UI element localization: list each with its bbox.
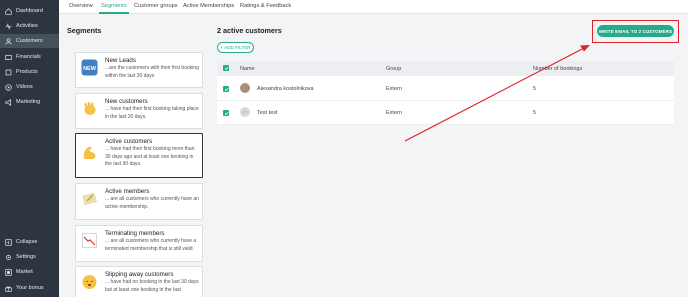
- svg-text:NEW: NEW: [83, 66, 97, 72]
- segment-description: ... are all customers who currently have…: [105, 238, 197, 252]
- segment-name: Active customers: [105, 138, 153, 145]
- select-all-checkbox[interactable]: [223, 65, 229, 71]
- tab-active-memberships[interactable]: Active Memberships: [183, 3, 234, 9]
- sidebar-item-products[interactable]: Products: [0, 65, 59, 79]
- sidebar-item-customers[interactable]: Customers: [0, 34, 59, 48]
- sidebar-item-marketing[interactable]: Marketing: [0, 95, 59, 109]
- collapse-icon: [5, 238, 12, 246]
- sidebar-item-dashboard[interactable]: Dashboard: [0, 4, 59, 18]
- segment-description: ... have had their first booking more th…: [105, 146, 195, 168]
- bonus-icon: [5, 285, 12, 292]
- segment-description: ... are all customers who currently have…: [105, 196, 199, 210]
- segment-name: Terminating members: [105, 230, 165, 237]
- avatar: TT: [240, 107, 250, 117]
- sidebar-item-label: Your bonus: [16, 285, 44, 291]
- sidebar-item-settings[interactable]: Settings: [0, 250, 59, 264]
- customers-icon: [5, 37, 12, 45]
- customer-group: Extern: [386, 86, 402, 92]
- sidebar-item-collapse[interactable]: Collapse: [0, 235, 59, 249]
- sidebar-item-label: Financials: [16, 54, 41, 60]
- sleeping-face-icon: [81, 273, 98, 290]
- settings-icon: [5, 254, 12, 261]
- segment-description: ...are the customers with their first bo…: [105, 65, 199, 79]
- column-header-name[interactable]: Name: [240, 66, 255, 72]
- segment-name: Slipping away customers: [105, 271, 174, 278]
- active-tab-indicator: [99, 12, 129, 14]
- flexed-biceps-icon: [81, 144, 98, 161]
- chart-decreasing-icon: [81, 232, 98, 249]
- add-filter-button[interactable]: + ADD FILTER: [217, 42, 254, 53]
- sidebar-item-financials[interactable]: Financials: [0, 50, 59, 64]
- table-header: Name Group Number of bookings: [217, 61, 674, 76]
- customer-bookings: 5: [533, 86, 537, 92]
- customer-name[interactable]: Alexandra kostolnikova: [257, 86, 314, 92]
- products-icon: [5, 69, 12, 76]
- segments-title: Segments: [67, 26, 102, 35]
- sidebar-item-label: Dashboard: [16, 8, 43, 14]
- sidebar-item-videos[interactable]: Videos: [0, 80, 59, 94]
- sidebar-item-label: Collapse: [16, 239, 38, 245]
- column-header-group[interactable]: Group: [386, 66, 401, 72]
- customer-name[interactable]: Test test: [257, 110, 277, 116]
- sidebar-item-market[interactable]: Market: [0, 265, 59, 279]
- segment-card-slipping-away[interactable]: Slipping away customers ... have had no …: [75, 266, 203, 297]
- waving-hand-icon: [81, 100, 98, 117]
- segment-card-new-leads[interactable]: NEW New Leads ...are the customers with …: [75, 52, 203, 88]
- segment-name: Active members: [105, 188, 150, 195]
- tab-ratings-feedback[interactable]: Ratings & Feedback: [240, 3, 291, 9]
- sidebar-item-label: Market: [16, 269, 33, 275]
- sidebar-item-bonus[interactable]: Your bonus: [0, 281, 59, 295]
- sidebar-item-label: Settings: [16, 254, 36, 260]
- customers-table: Name Group Number of bookings Alexandra …: [217, 61, 674, 125]
- sidebar-item-label: Customers: [16, 38, 43, 44]
- segment-card-new-customers[interactable]: New customers ... have had their first b…: [75, 93, 203, 129]
- sidebar-item-activities[interactable]: Activities: [0, 19, 59, 33]
- marketing-icon: [5, 98, 12, 106]
- financials-icon: [5, 54, 12, 61]
- segment-description: ... have had no booking in the last 30 d…: [105, 279, 199, 293]
- new-badge-icon: NEW: [81, 59, 98, 76]
- column-header-bookings[interactable]: Number of bookings: [533, 66, 582, 72]
- top-tabs: Overview Segments Customer groups Active…: [59, 0, 688, 14]
- sidebar-item-label: Videos: [16, 84, 33, 90]
- annotation-highlight-box: [592, 20, 679, 43]
- customer-bookings: 5: [533, 110, 537, 116]
- segment-card-terminating-members[interactable]: Terminating members ... are all customer…: [75, 225, 203, 262]
- tab-overview[interactable]: Overview: [69, 3, 93, 9]
- sidebar: Dashboard Activities Customers Financial…: [0, 0, 59, 297]
- segment-name: New Leads: [105, 57, 136, 64]
- tab-customer-groups[interactable]: Customer groups: [134, 3, 178, 9]
- customer-count-title: 2 active customers: [217, 26, 282, 35]
- segment-name: New customers: [105, 98, 148, 105]
- sidebar-item-label: Products: [16, 69, 38, 75]
- sidebar-item-label: Activities: [16, 23, 38, 29]
- video-icon: [5, 83, 12, 91]
- segment-description: ... have had their first booking taking …: [105, 106, 199, 120]
- row-checkbox[interactable]: [223, 110, 229, 116]
- segment-card-active-members[interactable]: Active members ... are all customers who…: [75, 183, 203, 220]
- activity-icon: [5, 22, 12, 30]
- row-checkbox[interactable]: [223, 86, 229, 92]
- sidebar-item-label: Marketing: [16, 99, 41, 105]
- customer-group: Extern: [386, 110, 402, 116]
- table-row[interactable]: TT Test test Extern 5: [217, 101, 674, 125]
- table-row[interactable]: Alexandra kostolnikova Extern 5: [217, 77, 674, 101]
- segments-panel: Segments NEW New Leads ...are the custom…: [63, 22, 209, 297]
- avatar: [240, 83, 250, 93]
- home-icon: [5, 7, 12, 15]
- market-icon: [5, 268, 12, 276]
- segment-card-active-customers[interactable]: Active customers ... have had their firs…: [75, 133, 203, 178]
- tab-segments[interactable]: Segments: [101, 3, 127, 9]
- membership-card-icon: [81, 190, 98, 207]
